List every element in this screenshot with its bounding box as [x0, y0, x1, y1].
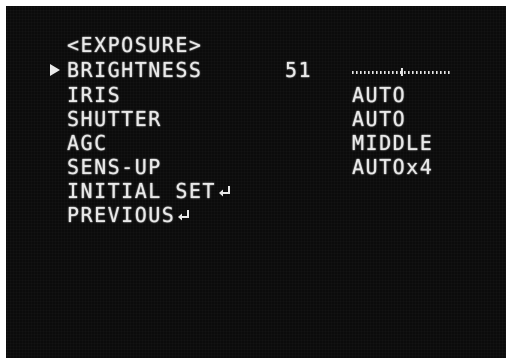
slider-tick: [420, 71, 422, 74]
menu-item-shutter[interactable]: SHUTTER AUTO: [0, 108, 512, 131]
slider-tick: [436, 71, 438, 74]
menu-title: <EXPOSURE>: [67, 33, 203, 57]
menu-item-sens-up[interactable]: SENS-UP AUTOx4: [0, 156, 512, 179]
menu-item-value: MIDDLE: [352, 131, 434, 155]
slider-tick: [372, 71, 374, 74]
frame-border-bottom: [0, 358, 512, 364]
menu-item-agc[interactable]: AGC MIDDLE: [0, 132, 512, 155]
slider-tick: [380, 71, 382, 74]
slider-marker[interactable]: [400, 68, 403, 76]
slider-tick: [360, 71, 362, 74]
slider-tick: [376, 71, 378, 74]
slider-tick: [408, 71, 410, 74]
enter-return-icon: [218, 186, 230, 197]
brightness-slider[interactable]: [352, 68, 450, 76]
menu-item-label: SENS-UP: [67, 155, 162, 179]
menu-item-initial-set[interactable]: INITIAL SET: [0, 180, 512, 203]
menu-item-label: PREVIOUS: [67, 203, 176, 227]
frame-border-right: [506, 0, 512, 364]
menu-item-label: BRIGHTNESS: [67, 58, 203, 82]
menu-item-label: SHUTTER: [67, 107, 162, 131]
menu-item-brightness[interactable]: BRIGHTNESS 51: [0, 59, 512, 82]
menu-item-value: AUTOx4: [352, 155, 434, 179]
frame-border-top: [0, 0, 512, 6]
slider-tick: [356, 71, 358, 74]
frame-border-left: [0, 0, 6, 364]
osd-menu: <EXPOSURE> BRIGHTNESS 51 IRIS AUTO SHUTT…: [0, 0, 512, 364]
slider-tick: [428, 71, 430, 74]
osd-screen: <EXPOSURE> BRIGHTNESS 51 IRIS AUTO SHUTT…: [0, 0, 512, 364]
menu-item-iris[interactable]: IRIS AUTO: [0, 84, 512, 107]
slider-tick: [404, 71, 406, 74]
slider-tick: [416, 71, 418, 74]
menu-item-label-wrap: PREVIOUS: [67, 204, 191, 227]
slider-tick: [396, 71, 398, 74]
brightness-value: 51: [285, 58, 313, 82]
menu-item-value: AUTO: [352, 107, 407, 131]
slider-tick: [412, 71, 414, 74]
slider-tick: [448, 71, 450, 74]
menu-item-label-wrap: INITIAL SET: [67, 180, 232, 203]
slider-tick: [444, 71, 446, 74]
slider-tick: [440, 71, 442, 74]
slider-tick: [432, 71, 434, 74]
menu-item-label: IRIS: [67, 83, 122, 107]
selection-arrow-icon: [50, 64, 60, 76]
slider-tick: [352, 71, 354, 74]
enter-return-icon: [178, 210, 190, 221]
slider-tick: [392, 71, 394, 74]
slider-tick: [364, 71, 366, 74]
menu-item-previous[interactable]: PREVIOUS: [0, 204, 512, 227]
slider-tick: [384, 71, 386, 74]
slider-tick: [368, 71, 370, 74]
menu-item-value: AUTO: [352, 83, 407, 107]
slider-tick: [388, 71, 390, 74]
menu-item-label: INITIAL SET: [67, 179, 216, 203]
menu-item-label: AGC: [67, 131, 108, 155]
slider-tick: [424, 71, 426, 74]
